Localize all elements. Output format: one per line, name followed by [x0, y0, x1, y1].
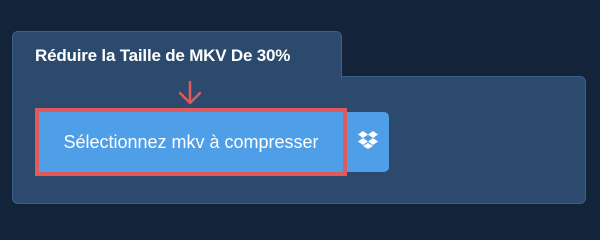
dropbox-button[interactable] — [347, 112, 389, 172]
select-file-button[interactable]: Sélectionnez mkv à compresser — [35, 108, 347, 176]
title-tab: Réduire la Taille de MKV De 30% — [12, 31, 342, 80]
page-title: Réduire la Taille de MKV De 30% — [35, 46, 291, 65]
arrow-down-icon — [176, 80, 204, 106]
select-file-label: Sélectionnez mkv à compresser — [63, 131, 319, 152]
dropbox-icon — [357, 130, 379, 155]
